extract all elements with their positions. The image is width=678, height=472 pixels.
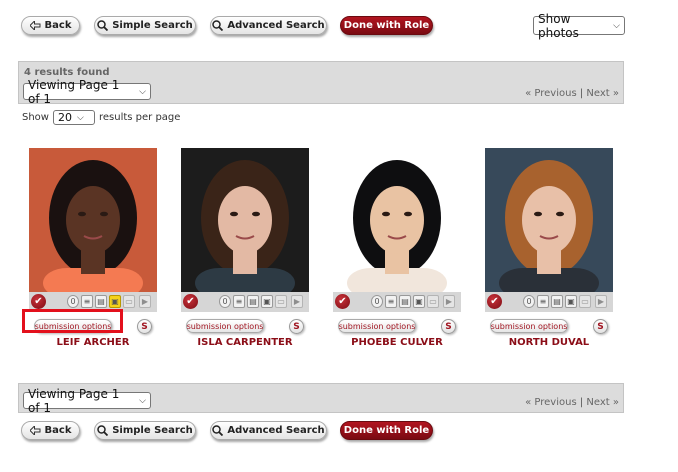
bottom-simple-search-button[interactable]: Simple Search bbox=[94, 421, 196, 440]
bottom-previous-link[interactable]: « Previous bbox=[525, 397, 577, 408]
submission-options-button[interactable]: submission options bbox=[338, 319, 416, 333]
video-icon[interactable]: ▶ bbox=[139, 295, 151, 308]
card-toolbar: ✔ 0 ≡ ▤ ▣ ▭ ▶ bbox=[485, 292, 613, 312]
zero-circle-icon[interactable]: 0 bbox=[219, 295, 231, 308]
bottom-pagination-links: « Previous | Next » bbox=[525, 397, 619, 408]
per-page-label: Show bbox=[22, 112, 49, 123]
results-count: 4 results found bbox=[24, 67, 110, 78]
per-page-value: 20 bbox=[57, 111, 72, 124]
zero-circle-icon[interactable]: 0 bbox=[371, 295, 383, 308]
submission-options-button[interactable]: submission options bbox=[186, 319, 264, 333]
simple-search-label: Simple Search bbox=[112, 20, 193, 31]
document-icon[interactable]: ≡ bbox=[537, 295, 549, 308]
advanced-search-label: Advanced Search bbox=[227, 20, 325, 31]
advanced-search-label: Advanced Search bbox=[227, 425, 325, 436]
pagination-separator: | bbox=[579, 397, 584, 408]
next-link[interactable]: Next » bbox=[586, 88, 619, 99]
actor-name-link[interactable]: ISLA CARPENTER bbox=[161, 337, 329, 348]
magnifier-icon bbox=[212, 20, 224, 31]
page-select[interactable]: Viewing Page 1 of 1 ⌵ bbox=[23, 78, 151, 106]
actor-headshot[interactable] bbox=[333, 148, 461, 292]
chevron-down-icon: ⌵ bbox=[613, 20, 620, 31]
back-arrow-icon bbox=[29, 21, 41, 30]
actor-headshot[interactable] bbox=[181, 148, 309, 292]
pagination-links: « Previous | Next » bbox=[525, 88, 619, 99]
show-photos-select[interactable]: Show photos ⌵ bbox=[533, 12, 625, 40]
document-icon[interactable]: ≡ bbox=[233, 295, 245, 308]
magnifier-icon bbox=[97, 425, 109, 436]
bottom-advanced-search-button[interactable]: Advanced Search bbox=[210, 421, 327, 440]
checkmark-icon[interactable]: ✔ bbox=[335, 294, 350, 309]
actor-name-link[interactable]: LEIF ARCHER bbox=[9, 337, 177, 348]
magnifier-icon bbox=[212, 425, 224, 436]
media-icon[interactable]: ▣ bbox=[109, 295, 121, 308]
chevron-down-icon: ⌵ bbox=[139, 86, 146, 97]
actor-name-link[interactable]: NORTH DUVAL bbox=[465, 337, 633, 348]
media-icon[interactable]: ▣ bbox=[413, 295, 425, 308]
checkmark-icon[interactable]: ✔ bbox=[487, 294, 502, 309]
bottom-back-button[interactable]: Back bbox=[21, 421, 80, 440]
results-bar: 4 results found Viewing Page 1 of 1 ⌵ « … bbox=[18, 61, 624, 106]
folder-icon[interactable]: ▭ bbox=[123, 295, 135, 308]
chevron-down-icon: ⌵ bbox=[139, 395, 146, 406]
bottom-results-bar: Viewing Page 1 of 1 ⌵ « Previous | Next … bbox=[18, 383, 624, 415]
s-button[interactable]: S bbox=[593, 319, 608, 334]
card-toolbar: ✔ 0 ≡ ▤ ▣ ▭ ▶ bbox=[333, 292, 461, 312]
card-toolbar: ✔ 0 ≡ ▤ ▣ ▭ ▶ bbox=[181, 292, 309, 312]
folder-icon[interactable]: ▭ bbox=[427, 295, 439, 308]
checkmark-icon[interactable]: ✔ bbox=[183, 294, 198, 309]
previous-link[interactable]: « Previous bbox=[525, 88, 577, 99]
simple-search-button[interactable]: Simple Search bbox=[94, 16, 196, 35]
folder-icon[interactable]: ▭ bbox=[579, 295, 591, 308]
chevron-down-icon: ⌵ bbox=[76, 112, 84, 123]
media-icon[interactable]: ▣ bbox=[261, 295, 273, 308]
per-page-select[interactable]: 20 ⌵ bbox=[52, 110, 95, 125]
page-select-value: Viewing Page 1 of 1 bbox=[28, 77, 120, 106]
bottom-done-with-role-button[interactable]: Done with Role bbox=[340, 421, 433, 440]
actor-headshot[interactable] bbox=[485, 148, 613, 292]
actor-name-link[interactable]: PHOEBE CULVER bbox=[313, 337, 481, 348]
advanced-search-button[interactable]: Advanced Search bbox=[210, 16, 327, 35]
pagination-separator: | bbox=[579, 88, 584, 99]
show-photos-value: Show photos bbox=[538, 11, 579, 40]
simple-search-label: Simple Search bbox=[112, 425, 193, 436]
folder-icon[interactable]: ▭ bbox=[275, 295, 287, 308]
zero-circle-icon[interactable]: 0 bbox=[67, 295, 79, 308]
submission-options-button[interactable]: submission options bbox=[490, 319, 568, 333]
video-icon[interactable]: ▶ bbox=[595, 295, 607, 308]
resume-icon[interactable]: ▤ bbox=[551, 295, 563, 308]
s-button[interactable]: S bbox=[137, 319, 152, 334]
resume-icon[interactable]: ▤ bbox=[95, 295, 107, 308]
video-icon[interactable]: ▶ bbox=[443, 295, 455, 308]
bottom-page-select-value: Viewing Page 1 of 1 bbox=[28, 386, 120, 415]
back-label: Back bbox=[44, 20, 72, 31]
checkmark-icon[interactable]: ✔ bbox=[31, 294, 46, 309]
media-icon[interactable]: ▣ bbox=[565, 295, 577, 308]
back-arrow-icon bbox=[29, 426, 41, 435]
per-page-suffix: results per page bbox=[98, 112, 181, 123]
resume-icon[interactable]: ▤ bbox=[399, 295, 411, 308]
back-label: Back bbox=[44, 425, 72, 436]
back-button[interactable]: Back bbox=[21, 16, 80, 35]
s-button[interactable]: S bbox=[441, 319, 456, 334]
actor-headshot[interactable] bbox=[29, 148, 157, 292]
s-button[interactable]: S bbox=[289, 319, 304, 334]
resume-icon[interactable]: ▤ bbox=[247, 295, 259, 308]
magnifier-icon bbox=[97, 20, 109, 31]
video-icon[interactable]: ▶ bbox=[291, 295, 303, 308]
document-icon[interactable]: ≡ bbox=[385, 295, 397, 308]
per-page-row: Show 20 ⌵ results per page bbox=[22, 110, 180, 125]
zero-circle-icon[interactable]: 0 bbox=[523, 295, 535, 308]
done-with-role-button[interactable]: Done with Role bbox=[340, 16, 433, 35]
bottom-page-select[interactable]: Viewing Page 1 of 1 ⌵ bbox=[23, 387, 151, 415]
document-icon[interactable]: ≡ bbox=[81, 295, 93, 308]
bottom-next-link[interactable]: Next » bbox=[586, 397, 619, 408]
highlight-box bbox=[22, 309, 123, 333]
